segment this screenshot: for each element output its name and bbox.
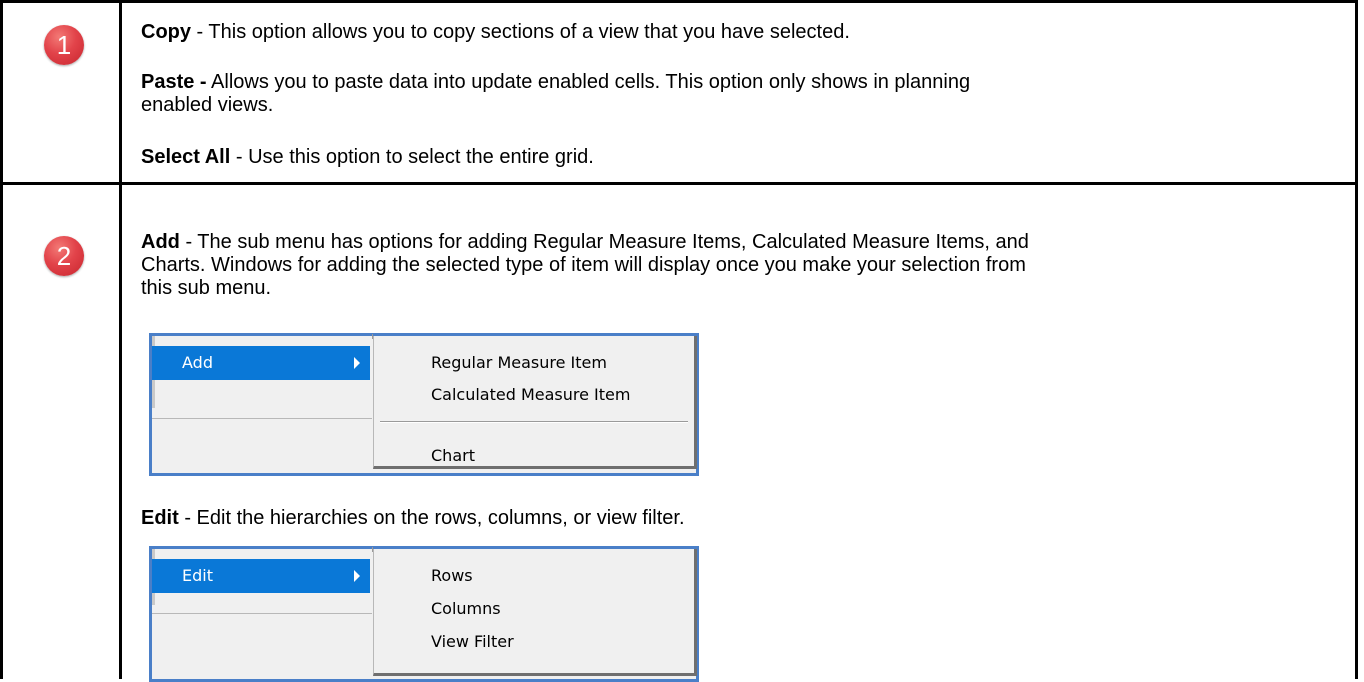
edit-context-menu: Edit Rows Columns View Filter (149, 546, 699, 682)
paste-text-cont: enabled views. (141, 94, 274, 116)
paste-description: Paste - Allows you to paste data into up… (141, 71, 1331, 117)
submenu-item-view-filter[interactable]: View Filter (431, 632, 514, 651)
submenu-arrow-icon (354, 570, 360, 582)
add-text-line3: this sub menu. (141, 277, 272, 299)
edit-text: - Edit the hierarchies on the rows, colu… (178, 507, 685, 529)
table-row-2: 2 Add - The sub menu has options for add… (0, 182, 1358, 682)
copy-term: Copy (141, 21, 191, 43)
submenu-separator (380, 421, 688, 423)
add-term: Add (141, 231, 180, 253)
menu-item-add[interactable]: Add (152, 346, 370, 380)
copy-text: - This option allows you to copy section… (191, 21, 850, 43)
badge-number: 2 (56, 240, 72, 271)
menu-tick (372, 334, 373, 339)
add-text-line2: Charts. Windows for adding the selected … (141, 254, 1026, 276)
add-submenu: Regular Measure Item Calculated Measure … (373, 336, 697, 469)
menu-item-edit[interactable]: Edit (152, 559, 370, 593)
edit-submenu: Rows Columns View Filter (373, 549, 697, 676)
column-divider (119, 185, 122, 679)
document-table: 1 Copy - This option allows you to copy … (0, 0, 1360, 682)
select-all-term: Select All (141, 146, 231, 168)
submenu-item-regular-measure[interactable]: Regular Measure Item (431, 353, 607, 372)
edit-term: Edit (141, 507, 179, 529)
step-2-badge-icon: 2 (44, 236, 84, 276)
badge-number: 1 (56, 29, 72, 60)
paste-term: Paste - (141, 71, 207, 93)
submenu-item-calculated-measure[interactable]: Calculated Measure Item (431, 385, 630, 404)
edit-description: Edit - Edit the hierarchies on the rows,… (141, 507, 1331, 530)
paste-text: Allows you to paste data into update ena… (206, 71, 971, 93)
submenu-item-rows[interactable]: Rows (431, 566, 473, 585)
select-all-text: - Use this option to select the entire g… (230, 146, 594, 168)
submenu-item-chart[interactable]: Chart (431, 446, 475, 465)
menu-item-edit-label: Edit (182, 566, 213, 585)
menu-tick (372, 547, 373, 552)
add-text-line1: - The sub menu has options for adding Re… (179, 231, 1029, 253)
add-description: Add - The sub menu has options for addin… (141, 231, 1331, 300)
step-1-badge-icon: 1 (44, 25, 84, 65)
menu-item-add-label: Add (182, 353, 213, 372)
submenu-item-columns[interactable]: Columns (431, 599, 501, 618)
select-all-description: Select All - Use this option to select t… (141, 146, 1331, 169)
copy-description: Copy - This option allows you to copy se… (141, 21, 1331, 44)
add-context-menu: Add Regular Measure Item Calculated Meas… (149, 333, 699, 476)
submenu-arrow-icon (354, 357, 360, 369)
